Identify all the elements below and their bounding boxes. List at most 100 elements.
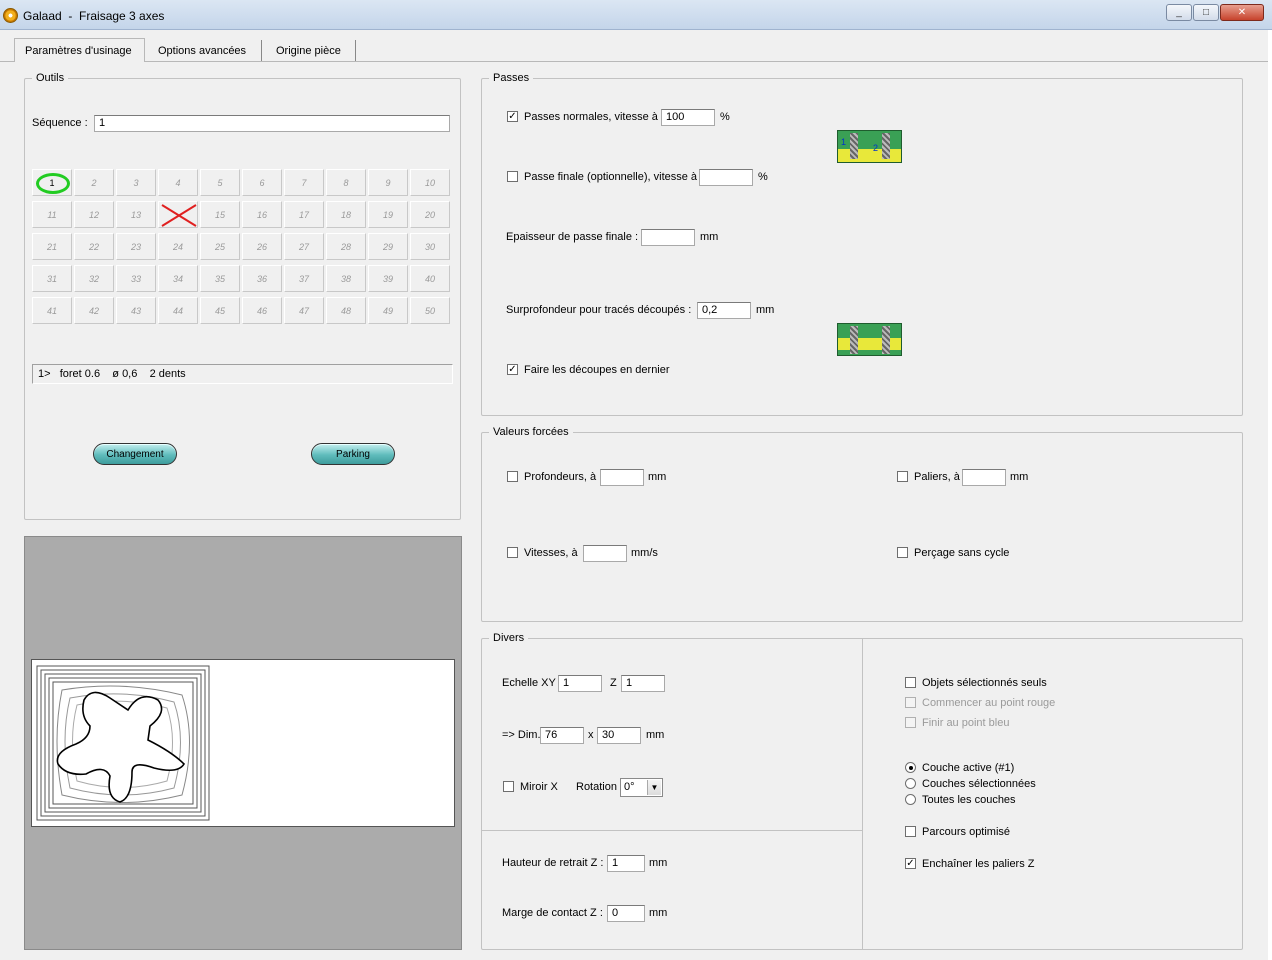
close-button[interactable]: ✕ xyxy=(1220,4,1264,21)
chevron-down-icon[interactable]: ▼ xyxy=(647,780,661,795)
disabled-cross-icon xyxy=(161,204,197,227)
tab-machining-params[interactable]: Paramètres d'usinage xyxy=(14,38,145,62)
final-thickness-input[interactable] xyxy=(641,229,695,246)
dimension-y-input[interactable]: 30 xyxy=(597,727,641,744)
overdepth-input[interactable]: 0,2 xyxy=(697,302,751,319)
tool-slot-3[interactable]: 3 xyxy=(116,169,156,196)
tool-slot-34[interactable]: 34 xyxy=(158,265,198,292)
tool-slot-15[interactable]: 15 xyxy=(200,201,240,228)
maximize-button[interactable]: □ xyxy=(1193,4,1219,21)
tab-part-origin[interactable]: Origine pièce xyxy=(266,40,356,61)
forced-depths-checkbox[interactable] xyxy=(507,471,518,482)
tool-slot-10[interactable]: 10 xyxy=(410,169,450,196)
final-pass-label: Passe finale (optionnelle), vitesse à xyxy=(524,171,698,183)
tool-slot-29[interactable]: 29 xyxy=(368,233,408,260)
tool-slot-30[interactable]: 30 xyxy=(410,233,450,260)
cuts-last-checkbox[interactable]: ✓ xyxy=(507,364,518,375)
tool-slot-7[interactable]: 7 xyxy=(284,169,324,196)
sequence-input[interactable]: 1 xyxy=(94,115,450,132)
tool-slot-24[interactable]: 24 xyxy=(158,233,198,260)
tool-slot-12[interactable]: 12 xyxy=(74,201,114,228)
chain-steps-checkbox[interactable]: ✓ xyxy=(905,858,916,869)
tool-slot-36[interactable]: 36 xyxy=(242,265,282,292)
scale-z-input[interactable]: 1 xyxy=(621,675,665,692)
optimized-path-checkbox[interactable] xyxy=(905,826,916,837)
retract-height-input[interactable]: 1 xyxy=(607,855,645,872)
tool-slot-37[interactable]: 37 xyxy=(284,265,324,292)
minimize-button[interactable]: _ xyxy=(1166,4,1192,21)
forced-steps-input[interactable] xyxy=(962,469,1006,486)
tool-slot-number: 50 xyxy=(424,305,435,316)
scale-xy-input[interactable]: 1 xyxy=(558,675,602,692)
dimension-separator: x xyxy=(588,729,594,741)
dimension-x-input[interactable]: 76 xyxy=(540,727,584,744)
forced-steps-checkbox[interactable] xyxy=(897,471,908,482)
tool-slot-35[interactable]: 35 xyxy=(200,265,240,292)
tool-slot-48[interactable]: 48 xyxy=(326,297,366,324)
tool-slot-20[interactable]: 20 xyxy=(410,201,450,228)
overdepth-label: Surprofondeur pour tracés découpés : xyxy=(506,304,692,316)
tool-slot-2[interactable]: 2 xyxy=(74,169,114,196)
drill-no-cycle-checkbox[interactable] xyxy=(897,547,908,558)
tool-slot-47[interactable]: 47 xyxy=(284,297,324,324)
tool-slot-11[interactable]: 11 xyxy=(32,201,72,228)
mirror-x-checkbox[interactable] xyxy=(503,781,514,792)
tool-slot-41[interactable]: 41 xyxy=(32,297,72,324)
tool-slot-number: 35 xyxy=(214,273,225,284)
tool-slot-38[interactable]: 38 xyxy=(326,265,366,292)
tool-slot-4[interactable]: 4 xyxy=(158,169,198,196)
tool-slot-46[interactable]: 46 xyxy=(242,297,282,324)
normal-speed-input[interactable]: 100 xyxy=(661,109,715,126)
normal-passes-checkbox[interactable]: ✓ xyxy=(507,111,518,122)
tool-slot-39[interactable]: 39 xyxy=(368,265,408,292)
forced-speeds-checkbox[interactable] xyxy=(507,547,518,558)
layers-selected-radio[interactable] xyxy=(905,778,916,789)
contact-margin-input[interactable]: 0 xyxy=(607,905,645,922)
layers-all-label: Toutes les couches xyxy=(922,794,1016,806)
tool-slot-number: 11 xyxy=(47,209,57,220)
tool-slot-number: 7 xyxy=(301,177,307,188)
tool-slot-50[interactable]: 50 xyxy=(410,297,450,324)
layer-active-label: Couche active (#1) xyxy=(922,762,1015,774)
parking-button[interactable]: Parking xyxy=(311,443,395,465)
tool-slot-6[interactable]: 6 xyxy=(242,169,282,196)
selected-only-checkbox[interactable] xyxy=(905,677,916,688)
forced-depths-input[interactable] xyxy=(600,469,644,486)
tool-slot-32[interactable]: 32 xyxy=(74,265,114,292)
tool-slot-16[interactable]: 16 xyxy=(242,201,282,228)
change-tool-button[interactable]: Changement xyxy=(93,443,177,465)
tool-slot-45[interactable]: 45 xyxy=(200,297,240,324)
tool-slot-26[interactable]: 26 xyxy=(242,233,282,260)
tool-slot-33[interactable]: 33 xyxy=(116,265,156,292)
tool-slot-40[interactable]: 40 xyxy=(410,265,450,292)
layer-active-radio[interactable] xyxy=(905,762,916,773)
tool-slot-13[interactable]: 13 xyxy=(116,201,156,228)
tool-slot-49[interactable]: 49 xyxy=(368,297,408,324)
tool-slot-44[interactable]: 44 xyxy=(158,297,198,324)
final-pass-checkbox[interactable] xyxy=(507,171,518,182)
tool-slot-14[interactable]: 14 xyxy=(158,201,198,228)
tool-slot-1[interactable]: 1 xyxy=(32,169,72,196)
tool-slot-17[interactable]: 17 xyxy=(284,201,324,228)
tool-slot-28[interactable]: 28 xyxy=(326,233,366,260)
tool-slot-43[interactable]: 43 xyxy=(116,297,156,324)
rotation-select[interactable]: 0° ▼ xyxy=(620,778,663,797)
layers-all-radio[interactable] xyxy=(905,794,916,805)
tool-slot-18[interactable]: 18 xyxy=(326,201,366,228)
tool-slot-9[interactable]: 9 xyxy=(368,169,408,196)
tool-slot-5[interactable]: 5 xyxy=(200,169,240,196)
tool-slot-42[interactable]: 42 xyxy=(74,297,114,324)
tool-slot-25[interactable]: 25 xyxy=(200,233,240,260)
tool-slot-8[interactable]: 8 xyxy=(326,169,366,196)
chain-steps-label: Enchaîner les paliers Z xyxy=(922,858,1035,870)
tab-advanced-options[interactable]: Options avancées xyxy=(148,40,262,61)
forced-speeds-input[interactable] xyxy=(583,545,627,562)
tool-slot-27[interactable]: 27 xyxy=(284,233,324,260)
tool-slot-number: 6 xyxy=(259,177,265,188)
tool-slot-23[interactable]: 23 xyxy=(116,233,156,260)
tool-slot-31[interactable]: 31 xyxy=(32,265,72,292)
tool-slot-19[interactable]: 19 xyxy=(368,201,408,228)
tool-slot-22[interactable]: 22 xyxy=(74,233,114,260)
final-speed-input[interactable] xyxy=(699,169,753,186)
tool-slot-21[interactable]: 21 xyxy=(32,233,72,260)
